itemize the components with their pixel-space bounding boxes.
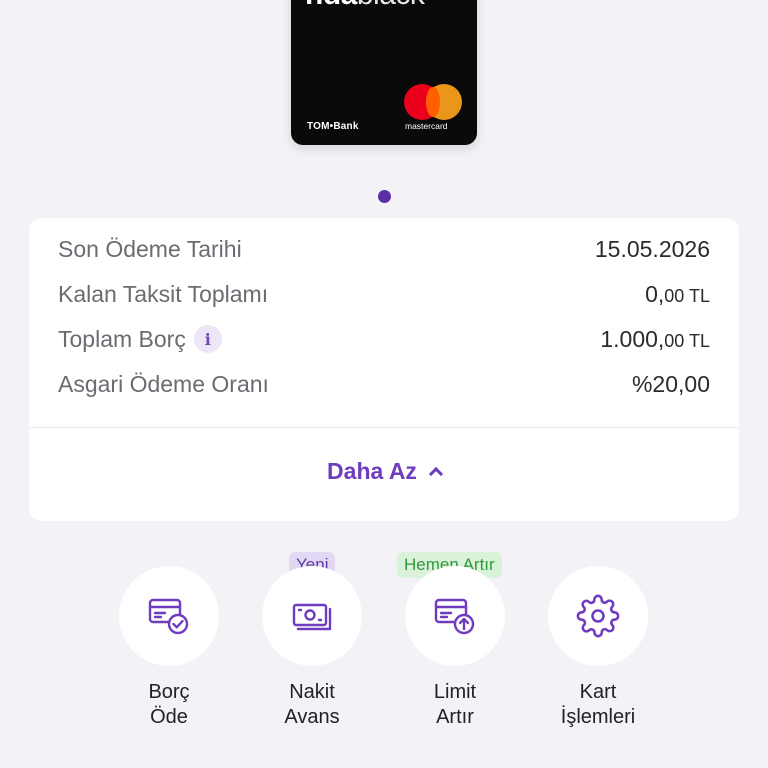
card-operations-circle[interactable] [548, 566, 648, 666]
mastercard-logo [402, 84, 464, 124]
total-debt-row: Toplam Borç i 1.000,00 TL [58, 321, 710, 357]
chevron-up-icon [428, 466, 444, 482]
minimum-payment-rate-row: Asgari Ödeme Oranı %20,00 [58, 366, 710, 402]
page-indicator-dot [378, 190, 391, 203]
divider [29, 427, 739, 428]
card-operations-button[interactable]: Kart İşlemleri [528, 566, 668, 730]
cash-icon [292, 603, 332, 631]
show-less-button[interactable]: Daha Az [29, 458, 739, 485]
minimum-payment-rate-value: %20,00 [631, 370, 710, 397]
remaining-installments-row: Kalan Taksit Toplamı 0,00 TL [58, 276, 710, 312]
pay-debt-label: Borç Öde [148, 681, 190, 728]
due-date-label: Son Ödeme Tarihi [58, 235, 242, 262]
cash-advance-button[interactable]: Nakit Avans [242, 566, 382, 730]
card-operations-label: Kart İşlemleri [560, 681, 636, 728]
info-icon[interactable]: i [193, 325, 222, 353]
increase-limit-label: Limit Artır [433, 681, 477, 728]
due-date-value: 15.05.2026 [594, 235, 710, 262]
remaining-installments-value: 0,00 TL [645, 280, 710, 307]
increase-limit-circle[interactable] [405, 566, 505, 666]
card-bank-name: TOM•Bank [307, 121, 359, 132]
card-brand: ndablack [305, 0, 425, 10]
minimum-payment-rate-label: Asgari Ödeme Oranı [58, 370, 269, 397]
total-debt-value: 1.000,00 TL [600, 325, 710, 352]
card-check-icon [148, 598, 189, 635]
card-up-icon [434, 598, 475, 635]
due-date-row: Son Ödeme Tarihi 15.05.2026 [58, 231, 710, 267]
card-network-name: mastercard [405, 121, 448, 131]
cash-advance-label: Nakit Avans [284, 681, 340, 728]
card-details-panel: Son Ödeme Tarihi 15.05.2026 Kalan Taksit… [29, 218, 739, 521]
show-less-label: Daha Az [327, 458, 417, 484]
remaining-installments-label: Kalan Taksit Toplamı [58, 280, 269, 307]
pay-debt-circle[interactable] [119, 566, 219, 666]
pay-debt-button[interactable]: Borç Öde [99, 566, 239, 730]
total-debt-label: Toplam Borç i [58, 325, 222, 353]
credit-card[interactable]: ndablack TOM•Bank mastercard [291, 0, 477, 145]
increase-limit-button[interactable]: Limit Artır [385, 566, 525, 730]
gear-icon [576, 594, 620, 638]
cash-advance-circle[interactable] [262, 566, 362, 666]
